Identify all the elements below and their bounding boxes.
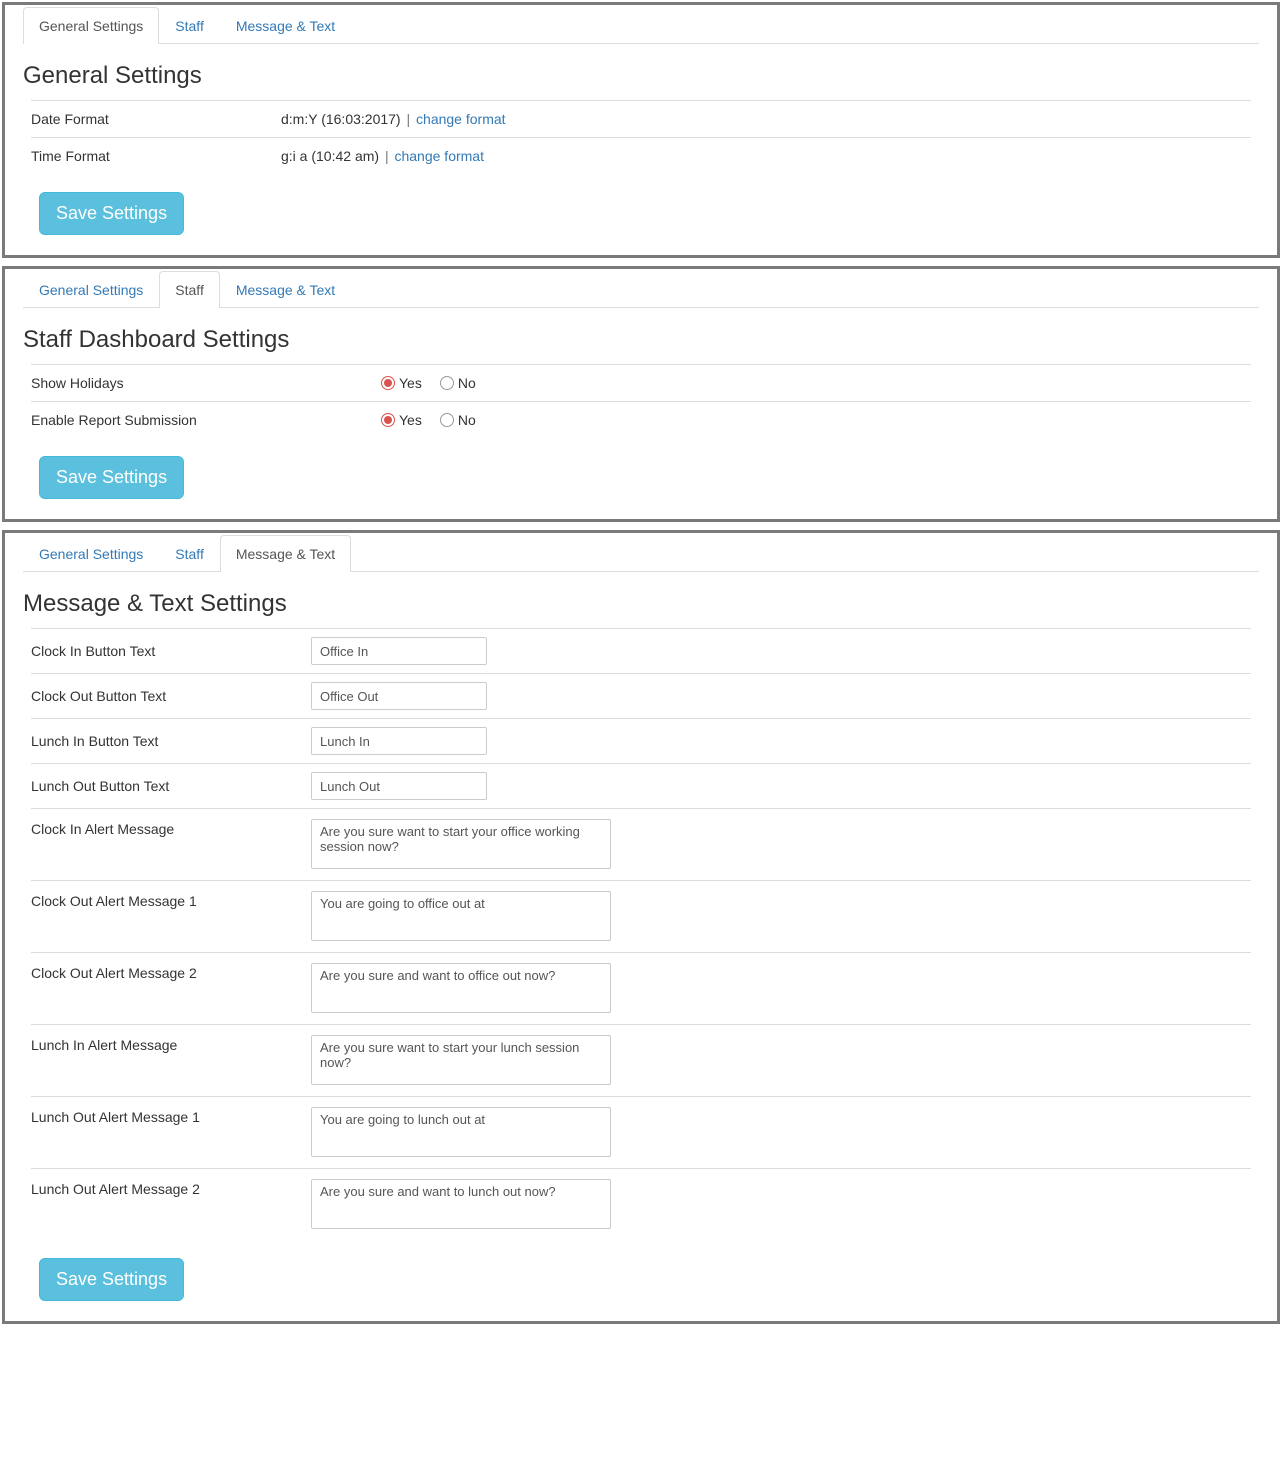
heading-staff-dashboard: Staff Dashboard Settings: [23, 326, 1259, 354]
radio-show-holidays-no[interactable]: No: [440, 375, 476, 391]
label-clock-in-button-text: Clock In Button Text: [31, 643, 311, 659]
panel-message-text-settings: General Settings Staff Message & Text Me…: [2, 530, 1280, 1324]
link-change-time-format[interactable]: change format: [394, 148, 484, 164]
save-settings-button[interactable]: Save Settings: [39, 456, 184, 499]
label-clock-out-alert-1: Clock Out Alert Message 1: [31, 891, 311, 909]
radio-icon: [381, 413, 395, 427]
tab-staff[interactable]: Staff: [159, 535, 220, 572]
tab-message-text[interactable]: Message & Text: [220, 7, 351, 44]
tabbar: General Settings Staff Message & Text: [23, 269, 1259, 308]
tabbar: General Settings Staff Message & Text: [23, 5, 1259, 44]
label-clock-in-alert: Clock In Alert Message: [31, 819, 311, 837]
input-lunch-in-button-text[interactable]: [311, 727, 487, 755]
textarea-clock-out-alert-2[interactable]: [311, 963, 611, 1013]
save-settings-button[interactable]: Save Settings: [39, 1258, 184, 1301]
radio-show-holidays-yes[interactable]: Yes: [381, 375, 422, 391]
radio-label: Yes: [399, 412, 422, 428]
radio-icon: [440, 376, 454, 390]
textarea-clock-in-alert[interactable]: [311, 819, 611, 869]
save-settings-button[interactable]: Save Settings: [39, 192, 184, 235]
tab-general-settings[interactable]: General Settings: [23, 7, 159, 44]
radio-icon: [440, 413, 454, 427]
label-lunch-out-alert-2: Lunch Out Alert Message 2: [31, 1179, 311, 1197]
label-lunch-in-alert: Lunch In Alert Message: [31, 1035, 311, 1053]
label-date-format: Date Format: [31, 111, 281, 127]
label-time-format: Time Format: [31, 148, 281, 164]
label-show-holidays: Show Holidays: [31, 375, 381, 391]
value-date-format: d:m:Y (16:03:2017): [281, 111, 401, 127]
tabbar: General Settings Staff Message & Text: [23, 533, 1259, 572]
textarea-clock-out-alert-1[interactable]: [311, 891, 611, 941]
textarea-lunch-out-alert-2[interactable]: [311, 1179, 611, 1229]
link-change-date-format[interactable]: change format: [416, 111, 506, 127]
textarea-lunch-out-alert-1[interactable]: [311, 1107, 611, 1157]
heading-general-settings: General Settings: [23, 62, 1259, 90]
radio-label: No: [458, 412, 476, 428]
radio-enable-report-no[interactable]: No: [440, 412, 476, 428]
separator: |: [407, 111, 411, 127]
label-lunch-out-alert-1: Lunch Out Alert Message 1: [31, 1107, 311, 1125]
tab-general-settings[interactable]: General Settings: [23, 271, 159, 308]
tab-message-text[interactable]: Message & Text: [220, 535, 351, 572]
tab-general-settings[interactable]: General Settings: [23, 535, 159, 572]
tab-message-text[interactable]: Message & Text: [220, 271, 351, 308]
label-clock-out-button-text: Clock Out Button Text: [31, 688, 311, 704]
heading-message-text: Message & Text Settings: [23, 590, 1259, 618]
radio-label: Yes: [399, 375, 422, 391]
input-clock-out-button-text[interactable]: [311, 682, 487, 710]
value-time-format: g:i a (10:42 am): [281, 148, 379, 164]
panel-staff-settings: General Settings Staff Message & Text St…: [2, 266, 1280, 522]
label-lunch-in-button-text: Lunch In Button Text: [31, 733, 311, 749]
label-clock-out-alert-2: Clock Out Alert Message 2: [31, 963, 311, 981]
input-clock-in-button-text[interactable]: [311, 637, 487, 665]
label-lunch-out-button-text: Lunch Out Button Text: [31, 778, 311, 794]
label-enable-report-submission: Enable Report Submission: [31, 412, 381, 428]
tab-staff[interactable]: Staff: [159, 7, 220, 44]
radio-label: No: [458, 375, 476, 391]
tab-staff[interactable]: Staff: [159, 271, 220, 308]
separator: |: [385, 148, 389, 164]
panel-general-settings: General Settings Staff Message & Text Ge…: [2, 2, 1280, 258]
radio-icon: [381, 376, 395, 390]
radio-enable-report-yes[interactable]: Yes: [381, 412, 422, 428]
textarea-lunch-in-alert[interactable]: [311, 1035, 611, 1085]
input-lunch-out-button-text[interactable]: [311, 772, 487, 800]
